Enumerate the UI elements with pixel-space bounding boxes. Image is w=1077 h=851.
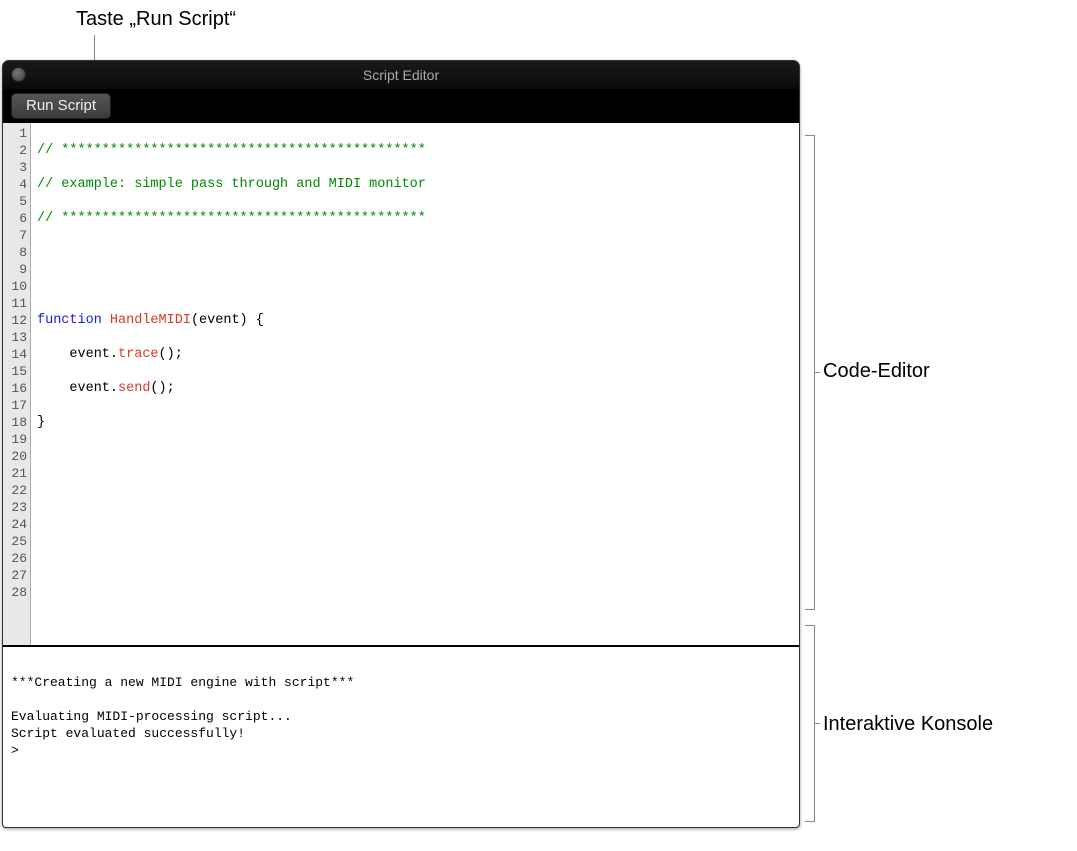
line-number: 1 bbox=[3, 125, 27, 142]
line-number: 2 bbox=[3, 142, 27, 159]
close-icon[interactable] bbox=[11, 67, 26, 82]
line-number: 15 bbox=[3, 363, 27, 380]
code-comment: // example: simple pass through and MIDI… bbox=[37, 177, 426, 192]
code-text-area[interactable]: // *************************************… bbox=[31, 123, 799, 645]
callout-tick bbox=[814, 723, 820, 724]
callout-interactive-console: Interaktive Konsole bbox=[823, 713, 993, 736]
line-number: 23 bbox=[3, 499, 27, 516]
callout-run-script: Taste „Run Script“ bbox=[76, 8, 236, 31]
interactive-console[interactable]: ***Creating a new MIDI engine with scrip… bbox=[3, 647, 799, 827]
code-text: event. bbox=[37, 347, 118, 362]
script-editor-window: Script Editor Run Script 1 2 3 4 5 6 7 8… bbox=[2, 60, 800, 828]
line-number: 18 bbox=[3, 414, 27, 431]
run-script-button[interactable]: Run Script bbox=[11, 93, 111, 119]
line-number: 8 bbox=[3, 244, 27, 261]
code-text: (event) { bbox=[191, 313, 264, 328]
code-text: (); bbox=[159, 347, 183, 362]
line-number: 26 bbox=[3, 550, 27, 567]
code-comment: // *************************************… bbox=[37, 143, 426, 158]
code-function-name: HandleMIDI bbox=[110, 313, 191, 328]
code-text: event. bbox=[37, 381, 118, 396]
line-number: 25 bbox=[3, 533, 27, 550]
line-number: 21 bbox=[3, 465, 27, 482]
code-method: trace bbox=[118, 347, 159, 362]
line-number: 14 bbox=[3, 346, 27, 363]
line-number-gutter: 1 2 3 4 5 6 7 8 9 10 11 12 13 14 15 16 1… bbox=[3, 123, 31, 645]
line-number: 12 bbox=[3, 312, 27, 329]
line-number: 9 bbox=[3, 261, 27, 278]
code-text: } bbox=[37, 415, 45, 430]
line-number: 3 bbox=[3, 159, 27, 176]
code-method: send bbox=[118, 381, 150, 396]
line-number: 7 bbox=[3, 227, 27, 244]
line-number: 19 bbox=[3, 431, 27, 448]
toolbar: Run Script bbox=[3, 89, 799, 123]
code-text: (); bbox=[150, 381, 174, 396]
code-editor: 1 2 3 4 5 6 7 8 9 10 11 12 13 14 15 16 1… bbox=[3, 123, 799, 647]
callout-tick bbox=[814, 372, 820, 373]
line-number: 20 bbox=[3, 448, 27, 465]
line-number: 17 bbox=[3, 397, 27, 414]
line-number: 11 bbox=[3, 295, 27, 312]
line-number: 5 bbox=[3, 193, 27, 210]
line-number: 13 bbox=[3, 329, 27, 346]
code-comment: // *************************************… bbox=[37, 211, 426, 226]
window-title: Script Editor bbox=[3, 67, 799, 83]
line-number: 27 bbox=[3, 567, 27, 584]
code-keyword: function bbox=[37, 313, 102, 328]
line-number: 22 bbox=[3, 482, 27, 499]
line-number: 6 bbox=[3, 210, 27, 227]
callout-code-editor: Code-Editor bbox=[823, 360, 930, 383]
line-number: 28 bbox=[3, 584, 27, 601]
line-number: 16 bbox=[3, 380, 27, 397]
line-number: 24 bbox=[3, 516, 27, 533]
title-bar: Script Editor bbox=[3, 61, 799, 89]
line-number: 4 bbox=[3, 176, 27, 193]
line-number: 10 bbox=[3, 278, 27, 295]
